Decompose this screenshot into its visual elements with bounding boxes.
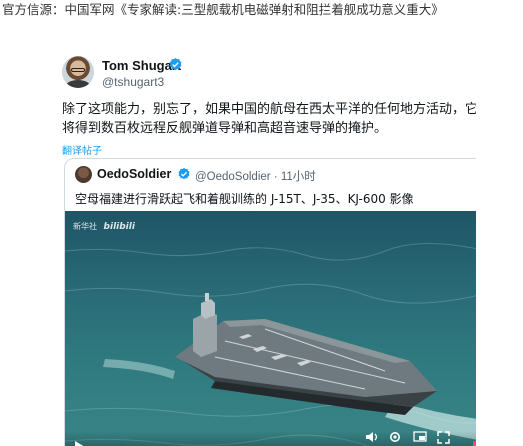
quote-time: · 11小时 [273,171,316,183]
play-icon[interactable] [75,441,85,446]
pip-icon[interactable] [413,431,427,444]
author-avatar[interactable] [62,56,94,88]
verified-icon [178,167,190,180]
settings-icon[interactable] [389,431,401,443]
quote-author-handle[interactable]: @OedoSoldier [195,171,271,183]
fullscreen-icon[interactable] [437,431,450,444]
video-watermark: 新华社 bilibili [73,221,135,232]
quoted-tweet[interactable]: OedoSoldier @OedoSoldier · 11小时 空母福建进行滑跃… [64,158,476,446]
quote-author-avatar[interactable] [75,166,92,183]
tweet-card[interactable]: Tom Shugart @tshugart3 除了这项能力，别忘了，如果中国的航… [56,46,476,446]
verified-icon [169,57,182,71]
video-player[interactable]: 新华社 bilibili [65,211,476,446]
quote-text: 空母福建进行滑跃起飞和着舰训练的 J-15T、J-35、KJ-600 影像 [75,192,414,206]
bilibili-logo: bilibili [103,222,135,232]
tweet-text: 除了这项能力，别忘了，如果中国的航母在西太平洋的任何地方活动，它们 将得到数百枚… [62,100,476,138]
volume-icon[interactable] [365,431,379,443]
quote-author-name[interactable]: OedoSoldier [97,167,171,181]
tweet-text-line: 除了这项能力，别忘了，如果中国的航母在西太平洋的任何地方活动，它们 [62,102,476,117]
quote-meta: @OedoSoldier · 11小时 [195,168,316,184]
translate-post-link[interactable]: 翻译帖子 [62,142,102,157]
aircraft-carrier-image [65,242,476,446]
tweet-text-line: 将得到数百枚远程反舰弹道导弹和高超音速导弹的掩护。 [62,121,388,136]
article-headline: 官方信源：中国军网《专家解读:三型舰载机电磁弹射和阻拦着舰成功意义重大》 [2,2,444,17]
video-controls [65,431,476,446]
author-handle[interactable]: @tshugart3 [102,75,164,89]
app-badge-icon[interactable] [473,441,476,446]
watermark-source: 新华社 [73,222,97,231]
